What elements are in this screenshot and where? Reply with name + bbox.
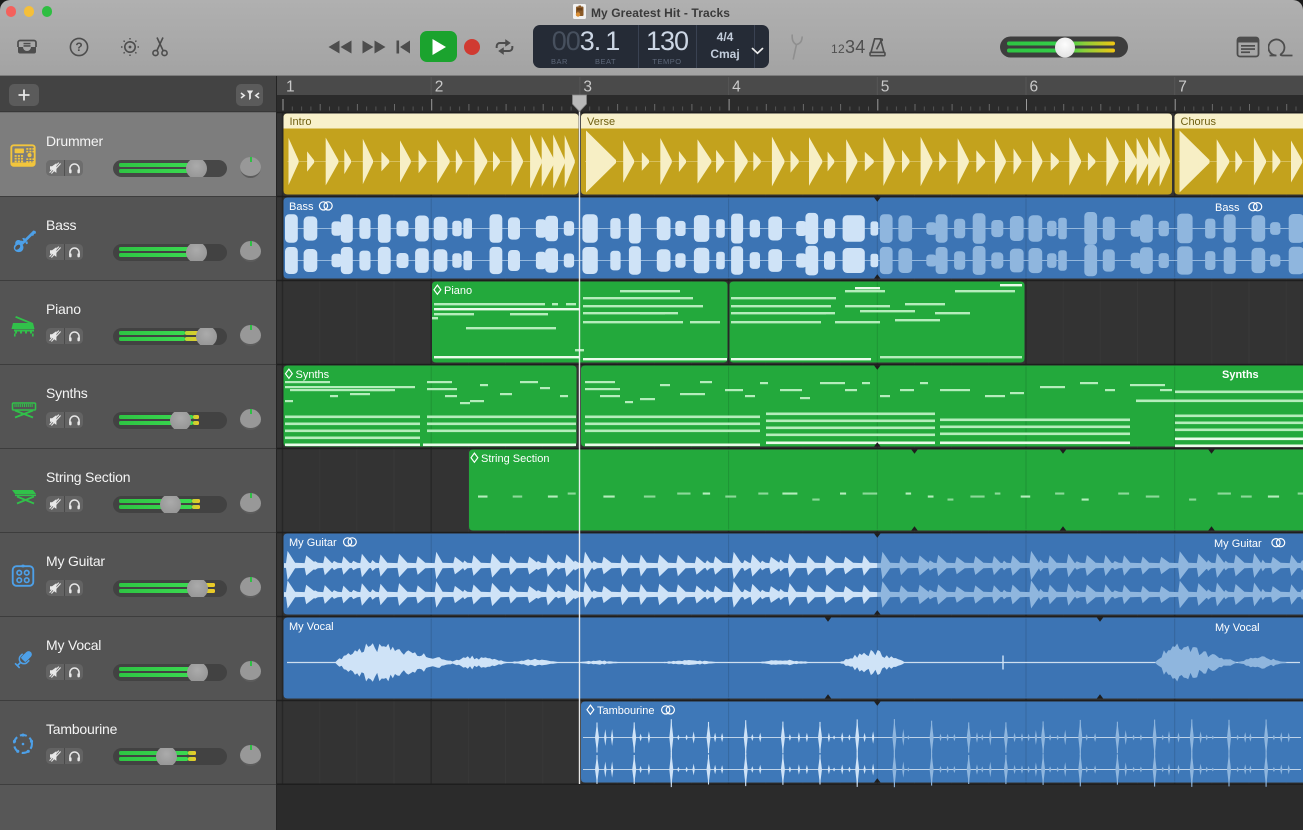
svg-text:Synths: Synths (1222, 369, 1259, 381)
svg-text:Tambourine: Tambourine (597, 705, 654, 717)
svg-text:My Guitar: My Guitar (289, 537, 337, 549)
svg-text:3: 3 (583, 79, 592, 96)
svg-text:String Section: String Section (481, 453, 549, 465)
svg-text:?: ? (75, 40, 82, 54)
svg-text:4: 4 (732, 79, 741, 96)
svg-text:Chorus: Chorus (1181, 116, 1217, 128)
svg-text:My Vocal: My Vocal (289, 621, 334, 633)
svg-text:Piano: Piano (444, 285, 472, 297)
svg-text:My Guitar: My Guitar (1214, 538, 1262, 550)
svg-text:Synths: Synths (296, 369, 330, 381)
svg-text:Intro: Intro (290, 116, 312, 128)
svg-text:5: 5 (881, 79, 890, 96)
svg-text:1: 1 (286, 79, 295, 96)
svg-text:7: 7 (1178, 79, 1187, 96)
svg-text:6: 6 (1030, 79, 1039, 96)
svg-text:2: 2 (435, 79, 444, 96)
svg-text:Bass: Bass (1215, 202, 1240, 214)
svg-text:Verse: Verse (587, 116, 615, 128)
svg-text:Bass: Bass (289, 201, 314, 213)
svg-text:My Vocal: My Vocal (1215, 622, 1260, 634)
